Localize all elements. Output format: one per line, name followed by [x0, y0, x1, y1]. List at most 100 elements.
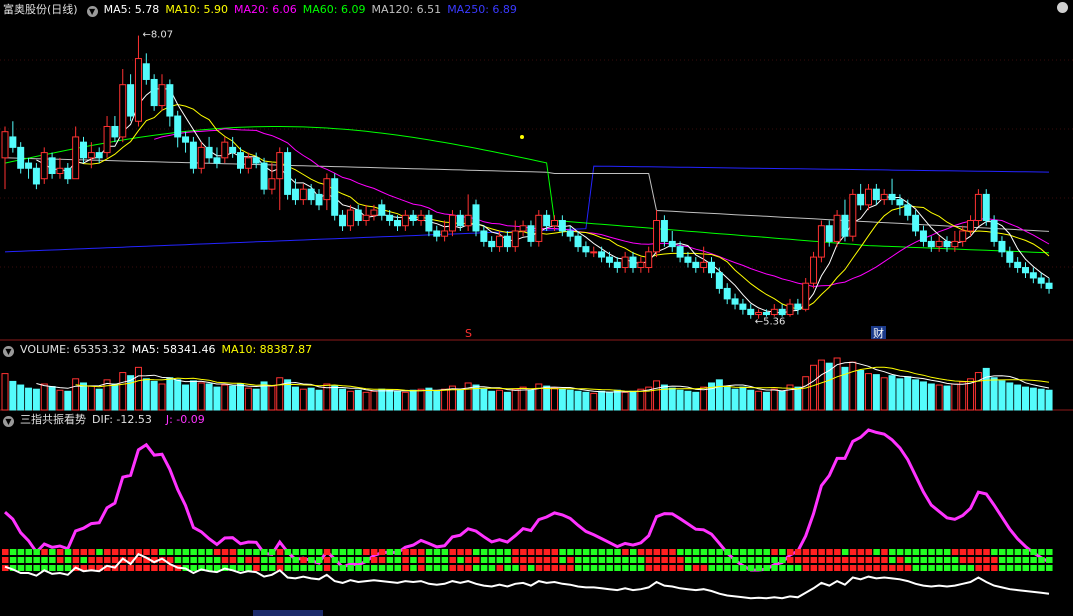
- indicator-header: ▼ 三指共振看势 DIF: -12.53 J: -0.09: [0, 413, 211, 427]
- volume-bar: [134, 366, 142, 411]
- resonance-cell: [944, 565, 951, 571]
- resonance-cell: [339, 557, 347, 563]
- resonance-cell: [457, 565, 464, 571]
- resonance-cell: [104, 549, 111, 555]
- candle-body: [574, 235, 582, 248]
- resonance-cell: [206, 549, 213, 555]
- volume-header: ▼ VOLUME: 65353.32 MA5: 58341.46 MA10: 8838…: [0, 343, 318, 357]
- candle-body: [511, 230, 519, 248]
- resonance-cell: [881, 565, 888, 571]
- volume-bar: [221, 384, 229, 411]
- resonance-cell: [959, 565, 967, 571]
- resonance-cell: [944, 549, 951, 555]
- volume-bar: [496, 389, 504, 411]
- resonance-cell: [441, 549, 449, 555]
- resonance-cell: [17, 557, 25, 563]
- volume-bar: [72, 378, 80, 411]
- resonance-cell: [449, 549, 456, 555]
- resonance-cell: [896, 549, 904, 555]
- chevron-down-icon[interactable]: ▼: [3, 346, 14, 357]
- resonance-cell: [975, 565, 982, 571]
- resonance-cell: [213, 557, 221, 563]
- resonance-cell: [630, 549, 637, 555]
- candle-body: [590, 251, 598, 254]
- resonance-cell: [598, 549, 606, 555]
- resonance-cell: [630, 565, 637, 571]
- resonance-cell: [292, 557, 299, 563]
- resonance-cell: [339, 565, 347, 571]
- volume-bar: [762, 391, 770, 411]
- volume-bar: [25, 387, 33, 411]
- resonance-cell: [787, 557, 794, 563]
- resonance-cell: [582, 565, 590, 571]
- indicator-name[interactable]: 三指共振看势: [20, 413, 86, 426]
- volume-bar: [1045, 389, 1053, 411]
- candle-body: [182, 136, 190, 143]
- resonance-cell: [920, 565, 927, 571]
- volume-bar: [511, 388, 519, 411]
- resonance-cell: [520, 557, 527, 563]
- resonance-cell: [802, 549, 810, 555]
- dif-value: DIF: -12.53: [92, 413, 152, 426]
- resonance-cell: [151, 565, 158, 571]
- resonance-cell: [488, 565, 496, 571]
- resonance-cell: [575, 557, 582, 563]
- candlestick-chart[interactable]: ←8.07 ←5.36 S 财: [0, 0, 1073, 616]
- resonance-cell: [386, 557, 394, 563]
- chevron-down-icon[interactable]: ▼: [3, 416, 14, 427]
- candle-body: [221, 141, 229, 159]
- volume-bar: [527, 389, 535, 411]
- candle-body: [708, 261, 715, 274]
- resonance-cell: [402, 549, 409, 555]
- resonance-cell: [771, 565, 778, 571]
- resonance-cell: [394, 565, 401, 571]
- resonance-cell: [669, 549, 676, 555]
- volume-bar: [166, 377, 174, 411]
- resonance-cell: [606, 565, 613, 571]
- candle-body: [346, 209, 354, 227]
- candle-body: [339, 214, 347, 227]
- resonance-cell: [1022, 557, 1029, 563]
- candle-body: [213, 157, 221, 164]
- volume-bar: [488, 390, 496, 411]
- resonance-cell: [504, 557, 511, 563]
- candle-body: [904, 204, 912, 216]
- candle-body: [558, 220, 566, 232]
- candle-body: [409, 214, 417, 222]
- resonance-cell: [582, 549, 590, 555]
- volume-bar: [990, 377, 998, 411]
- candle-body: [865, 188, 872, 206]
- candle-body: [323, 178, 331, 201]
- volume-bar: [276, 377, 284, 411]
- resonance-cell: [433, 565, 441, 571]
- candle-body: [472, 204, 480, 232]
- volume-bar: [912, 379, 920, 411]
- resonance-cell: [732, 549, 739, 555]
- resonance-cell: [1022, 549, 1029, 555]
- resonance-cell: [182, 557, 190, 563]
- resonance-cell: [25, 565, 33, 571]
- candle-body: [660, 220, 668, 242]
- resonance-cell: [661, 557, 668, 563]
- resonance-cell: [865, 557, 872, 563]
- candle-body: [464, 214, 472, 227]
- resonance-cell: [370, 557, 378, 563]
- resonance-cell: [535, 549, 543, 555]
- candle-body: [1, 131, 9, 159]
- candle-body: [857, 193, 865, 206]
- resonance-cell: [818, 549, 825, 555]
- resonance-cell: [684, 557, 692, 563]
- resonance-cell: [480, 565, 488, 571]
- resonance-cell: [56, 565, 64, 571]
- resonance-cell: [857, 549, 865, 555]
- resonance-cell: [818, 565, 825, 571]
- candle-body: [134, 58, 142, 122]
- resonance-cell: [645, 557, 653, 563]
- volume-bar: [974, 372, 982, 411]
- resonance-cell: [998, 565, 1006, 571]
- resonance-cell: [284, 549, 292, 555]
- resonance-cell: [936, 549, 943, 555]
- resonance-cell: [889, 549, 896, 555]
- resonance-cell: [386, 565, 394, 571]
- resonance-cell: [1046, 565, 1053, 571]
